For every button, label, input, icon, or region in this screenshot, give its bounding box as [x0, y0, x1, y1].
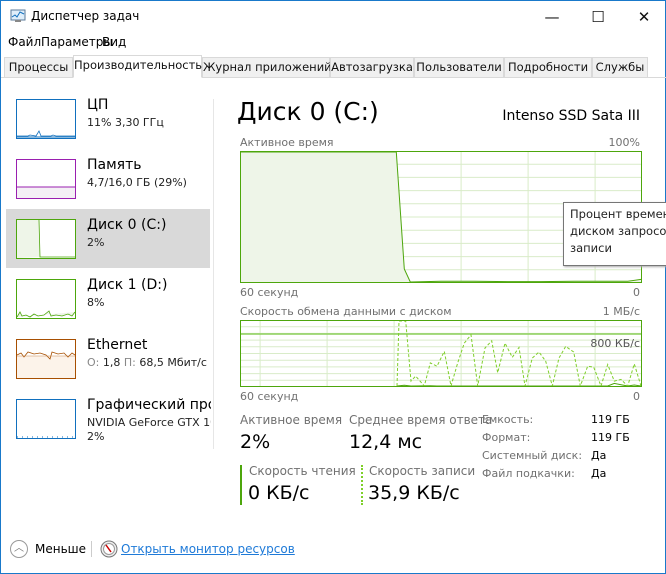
sidebar-disk1-name[interactable]: Диск 1 (D:): [87, 277, 167, 293]
prop-format-label: Формат:: [482, 431, 531, 444]
response-time-label: Среднее время ответа: [349, 413, 493, 427]
tooltip-line: записи: [570, 241, 612, 255]
active-time-value: 2%: [240, 431, 271, 453]
chart2-ymax: 1 МБ/с: [602, 305, 640, 318]
tab-services[interactable]: Службы: [592, 57, 648, 78]
resource-monitor-icon: [100, 540, 118, 558]
task-manager-icon: [10, 9, 26, 22]
chart2-xmin: 60 секунд: [240, 390, 299, 403]
prop-pagefile-value: Да: [591, 467, 607, 480]
task-manager-window: Диспетчер задач — ☐ ✕ Файл Параметры Вид…: [0, 0, 666, 574]
tab-processes[interactable]: Процессы: [4, 57, 73, 78]
menu-file[interactable]: Файл: [8, 35, 41, 49]
response-time-value: 12,4 мс: [349, 431, 423, 453]
sidebar-gpu-usage: 2%: [87, 430, 105, 443]
page-title: Диск 0 (C:): [237, 97, 379, 126]
prop-system-value: Да: [591, 449, 607, 462]
tab-users[interactable]: Пользователи: [414, 57, 504, 78]
disk1-thumbnail: [16, 279, 76, 319]
prop-system-label: Системный диск:: [482, 449, 583, 462]
read-speed-label: Скорость чтения: [249, 464, 356, 478]
write-speed-value: 35,9 КБ/с: [368, 482, 460, 504]
disk-model: Intenso SSD Sata III: [502, 108, 640, 124]
sidebar-gpu-sub: NVIDIA GeForce GTX 10: [87, 416, 211, 429]
prop-capacity-label: Емкость:: [482, 413, 534, 426]
sidebar-cpu-sub: 11% 3,30 ГГц: [87, 116, 164, 129]
close-button[interactable]: ✕: [621, 3, 666, 31]
chart1-ymax: 100%: [608, 136, 640, 149]
tab-performance[interactable]: Производительность: [73, 55, 202, 78]
sidebar-gpu-name[interactable]: Графический про: [87, 397, 211, 413]
ethernet-thumbnail: [16, 339, 76, 379]
sidebar-disk0-sub: 2%: [87, 236, 105, 249]
tooltip-line: Процент времени: [570, 207, 666, 221]
transfer-rate-chart: [240, 320, 642, 387]
write-legend-line: [361, 465, 363, 505]
tooltip-line: диском запросов: [570, 224, 666, 238]
prop-pagefile-label: Файл подкачки:: [482, 467, 575, 480]
chevron-up-icon[interactable]: ︿: [10, 540, 28, 558]
chart2-title: Скорость обмена данными с диском: [240, 305, 452, 318]
recv-label: П:: [123, 356, 136, 369]
open-resource-monitor-link[interactable]: Открыть монитор ресурсов: [121, 542, 295, 556]
sidebar-memory-name[interactable]: Память: [87, 157, 142, 173]
sidebar-disk0-name: Диск 0 (C:): [87, 217, 167, 233]
chart1-xmin: 60 секунд: [240, 286, 299, 299]
send-label: О:: [87, 356, 100, 369]
chart2-ref-label: 800 КБ/с: [590, 337, 640, 350]
send-value: 1,8: [102, 356, 121, 369]
tooltip: Процент времени диском запросов записи: [563, 202, 666, 266]
window-title: Диспетчер задач: [31, 9, 140, 23]
memory-thumbnail: [16, 159, 76, 199]
sidebar-divider: [213, 99, 214, 449]
sidebar-disk1-sub: 8%: [87, 296, 105, 309]
read-speed-value: 0 КБ/с: [248, 482, 310, 504]
active-time-label: Активное время: [240, 413, 343, 427]
maximize-button[interactable]: ☐: [575, 3, 621, 31]
tab-details[interactable]: Подробности: [504, 57, 592, 78]
sidebar-ethernet-sub: О: 1,8 П: 68,5 Мбит/с: [87, 356, 207, 369]
chart1-title: Активное время: [240, 136, 334, 149]
prop-capacity-value: 119 ГБ: [591, 413, 630, 426]
read-legend-line: [240, 465, 242, 505]
fewer-details-button[interactable]: Меньше: [35, 542, 86, 556]
tab-app-history[interactable]: Журнал приложений: [202, 57, 332, 78]
chart1-xmax: 0: [633, 286, 640, 299]
chart2-xmax: 0: [633, 390, 640, 403]
sidebar-memory-sub: 4,7/16,0 ГБ (29%): [87, 176, 187, 189]
tab-bar: Процессы Производительность Журнал прило…: [1, 55, 666, 78]
recv-value: 68,5 Мбит/с: [139, 356, 207, 369]
gpu-thumbnail: [16, 399, 76, 439]
tab-startup[interactable]: Автозагрузка: [330, 57, 414, 78]
minimize-button[interactable]: —: [529, 3, 575, 31]
sidebar-cpu-name[interactable]: ЦП: [87, 97, 108, 113]
cpu-thumbnail: [16, 99, 76, 139]
footer-divider: [91, 541, 92, 557]
write-speed-label: Скорость записи: [369, 464, 476, 478]
sidebar-ethernet-name[interactable]: Ethernet: [87, 337, 147, 353]
menu-view[interactable]: Вид: [102, 35, 126, 49]
prop-format-value: 119 ГБ: [591, 431, 630, 444]
disk0-thumbnail: [16, 219, 76, 259]
